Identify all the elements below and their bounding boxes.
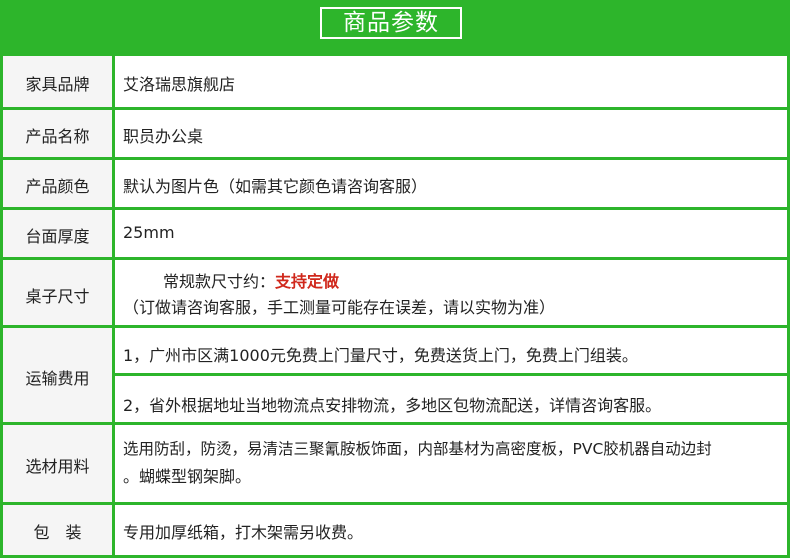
table-row-size: 桌子尺寸 常规款尺寸约：支持定做 （订做请咨询客服，手工测量可能存在误差，请以实… — [3, 260, 787, 325]
material-line-1: 选用防刮，防烫，易清洁三聚氰胺板饰面，内部基材为高密度板，PVC胶机器自动边封 — [123, 440, 712, 458]
label-cell: 产品颜色 — [3, 160, 115, 207]
label-cell: 包 装 — [3, 505, 115, 555]
row-label: 包 装 — [33, 523, 82, 542]
table-row-name: 产品名称 职员办公桌 — [3, 110, 787, 157]
params-table: 家具品牌 艾洛瑞思旗舰店 产品名称 职员办公桌 产品颜色 默认为图片色（如需其它… — [0, 56, 790, 558]
table-row-color: 产品颜色 默认为图片色（如需其它颜色请咨询客服） — [3, 160, 787, 207]
shipping-line-1: 1，广州市区满1000元免费上门量尺寸，免费送货上门，免费上门组装。 — [123, 346, 638, 365]
table-row-material: 选材用料 选用防刮，防烫，易清洁三聚氰胺板饰面，内部基材为高密度板，PVC胶机器… — [3, 425, 787, 502]
row-label: 产品名称 — [25, 127, 90, 146]
table-row-packaging: 包 装 专用加厚纸箱，打木架需另收费。 — [3, 505, 787, 555]
section-title: 商品参数 — [320, 7, 462, 39]
label-cell: 台面厚度 — [3, 210, 115, 257]
row-value: 艾洛瑞思旗舰店 — [123, 75, 236, 94]
label-cell: 运输费用 — [3, 328, 115, 422]
row-label: 台面厚度 — [25, 227, 90, 246]
header-bar: 商品参数 — [0, 0, 790, 56]
table-row-thickness: 台面厚度 25mm — [3, 210, 787, 257]
size-line-1: 常规款尺寸约：支持定做 — [163, 268, 339, 292]
shipping-line-2: 2，省外根据地址当地物流点安排物流，多地区包物流配送，详情咨询客服。 — [123, 396, 662, 415]
product-params-panel: 商品参数 家具品牌 艾洛瑞思旗舰店 产品名称 职员办公桌 产品颜色 默认为图片色… — [0, 0, 790, 558]
label-cell: 产品名称 — [3, 110, 115, 157]
customizable-highlight: 支持定做 — [275, 272, 340, 291]
size-prefix: 常规款尺寸约： — [163, 272, 276, 291]
row-value: 职员办公桌 — [123, 127, 204, 146]
row-label: 运输费用 — [25, 369, 90, 388]
table-row-brand: 家具品牌 艾洛瑞思旗舰店 — [3, 56, 787, 107]
label-cell: 桌子尺寸 — [3, 260, 115, 325]
label-cell: 家具品牌 — [3, 56, 115, 107]
row-value: 默认为图片色（如需其它颜色请咨询客服） — [123, 177, 428, 196]
row-value: 专用加厚纸箱，打木架需另收费。 — [123, 523, 364, 542]
row-label: 产品颜色 — [25, 177, 90, 196]
size-line-2: （订做请咨询客服，手工测量可能存在误差，请以实物为准） — [123, 298, 556, 317]
label-cell: 选材用料 — [3, 425, 115, 502]
material-line-2: 。蝴蝶型钢架脚。 — [123, 467, 252, 486]
row-label: 桌子尺寸 — [25, 287, 90, 306]
row-label: 家具品牌 — [25, 75, 90, 94]
row-value: 25mm — [123, 223, 175, 242]
sub-divider — [115, 373, 787, 376]
row-label: 选材用料 — [25, 457, 90, 476]
